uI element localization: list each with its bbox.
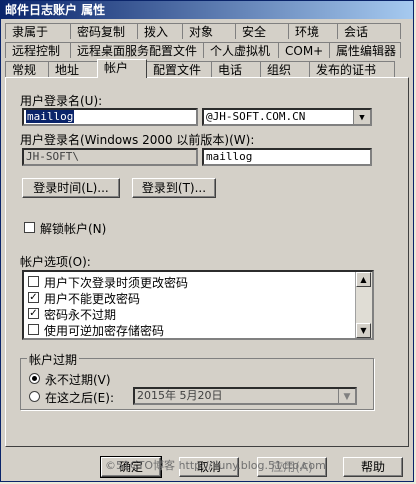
tab-rds-profile[interactable]: 远程桌面服务配置文件 [70, 42, 204, 58]
tab-remote-control[interactable]: 远程控制 [5, 42, 71, 58]
tab-object[interactable]: 对象 [182, 23, 236, 39]
domain-value: @JH-SOFT.COM.CN [206, 110, 306, 123]
option-checkbox-checked[interactable]: ✓ [28, 308, 39, 319]
never-expires-radio[interactable] [29, 373, 40, 384]
tab-address[interactable]: 地址 [48, 61, 98, 77]
logon-name-input[interactable]: maillog [22, 108, 198, 126]
domain-combobox[interactable]: @JH-SOFT.COM.CN ▼ [202, 108, 372, 126]
tab-environment[interactable]: 环境 [288, 23, 338, 39]
tab-dial-in[interactable]: 拨入 [137, 23, 183, 39]
tab-row-2: 远程控制 远程桌面服务配置文件 个人虚拟机 COM+ 属性编辑器 [5, 42, 401, 59]
never-expires-label: 永不过期(V) [45, 373, 111, 387]
scroll-down-icon[interactable]: ▼ [356, 323, 371, 338]
tab-com-plus[interactable]: COM+ [278, 42, 330, 58]
options-scrollbar[interactable]: ▲ ▼ [355, 272, 372, 338]
account-panel: 用户登录名(U): maillog @JH-SOFT.COM.CN ▼ 用户登录… [5, 77, 409, 447]
expiry-title: 帐户过期 [27, 351, 80, 368]
account-options-label: 帐户选项(O): [20, 255, 91, 269]
option-checkbox[interactable] [28, 324, 39, 335]
help-button[interactable]: 帮助 [343, 457, 403, 477]
pre2000-label: 用户登录名(Windows 2000 以前版本)(W): [20, 133, 255, 147]
logon-hours-button[interactable]: 登录时间(L)... [22, 178, 120, 198]
tab-row-3: 常规 地址 帐户 配置文件 电话 组织 发布的证书 [5, 59, 395, 78]
tab-published-certificates[interactable]: 发布的证书 [309, 61, 395, 77]
option-label: 使用可逆加密存储密码 [44, 324, 165, 338]
watermark: ©51CTO博客 http://lluny.blog.51cto.com [105, 459, 326, 472]
end-of-label: 在这之后(E): [45, 391, 114, 405]
end-of-radio[interactable] [29, 391, 40, 402]
tab-telephones[interactable]: 电话 [211, 61, 261, 77]
pre2000-domain-field: JH-SOFT\ [22, 148, 198, 166]
tab-sessions[interactable]: 会话 [337, 23, 401, 39]
unlock-checkbox[interactable] [24, 222, 35, 233]
account-options-list[interactable]: 用户下次登录时须更改密码 ✓ 用户不能更改密码 ✓ 密码永不过期 使用可逆加密存… [22, 270, 374, 340]
option-label: 用户不能更改密码 [44, 292, 141, 306]
expiry-date-picker: 2015年 5月20日 ▼ [133, 387, 357, 405]
chevron-down-icon: ▼ [338, 389, 355, 403]
tab-attribute-editor[interactable]: 属性编辑器 [329, 42, 401, 58]
tab-member-of[interactable]: 隶属于 [5, 23, 71, 39]
tab-password-replication[interactable]: 密码复制 [70, 23, 138, 39]
tab-general[interactable]: 常规 [5, 61, 49, 77]
window-title: 邮件日志账户 属性 [1, 1, 413, 19]
pre2000-name-input[interactable]: maillog [202, 148, 372, 166]
tab-row-1: 隶属于 密码复制 拨入 对象 安全 环境 会话 [5, 23, 401, 40]
option-label: 密码永不过期 [44, 308, 117, 322]
properties-window: 邮件日志账户 属性 隶属于 密码复制 拨入 对象 安全 环境 会话 远程控制 远… [0, 0, 414, 482]
tab-account[interactable]: 帐户 [97, 59, 147, 78]
scroll-up-icon[interactable]: ▲ [356, 272, 371, 287]
logon-to-button[interactable]: 登录到(T)... [132, 178, 216, 198]
option-label: 用户下次登录时须更改密码 [44, 276, 189, 290]
expiry-groupbox: 帐户过期 永不过期(V) 在这之后(E): 2015年 5月20日 ▼ [20, 351, 374, 410]
chevron-down-icon[interactable]: ▼ [353, 110, 370, 124]
option-checkbox-checked[interactable]: ✓ [28, 292, 39, 303]
logon-name-value: maillog [26, 110, 75, 123]
expiry-date-value: 2015年 5月20日 [137, 389, 223, 402]
logon-name-label: 用户登录名(U): [20, 94, 103, 108]
tab-organization[interactable]: 组织 [260, 61, 310, 77]
tab-profile[interactable]: 配置文件 [146, 61, 212, 77]
tab-security[interactable]: 安全 [235, 23, 289, 39]
unlock-label: 解锁帐户(N) [40, 222, 107, 236]
option-checkbox[interactable] [28, 276, 39, 287]
tab-personal-vm[interactable]: 个人虚拟机 [203, 42, 279, 58]
